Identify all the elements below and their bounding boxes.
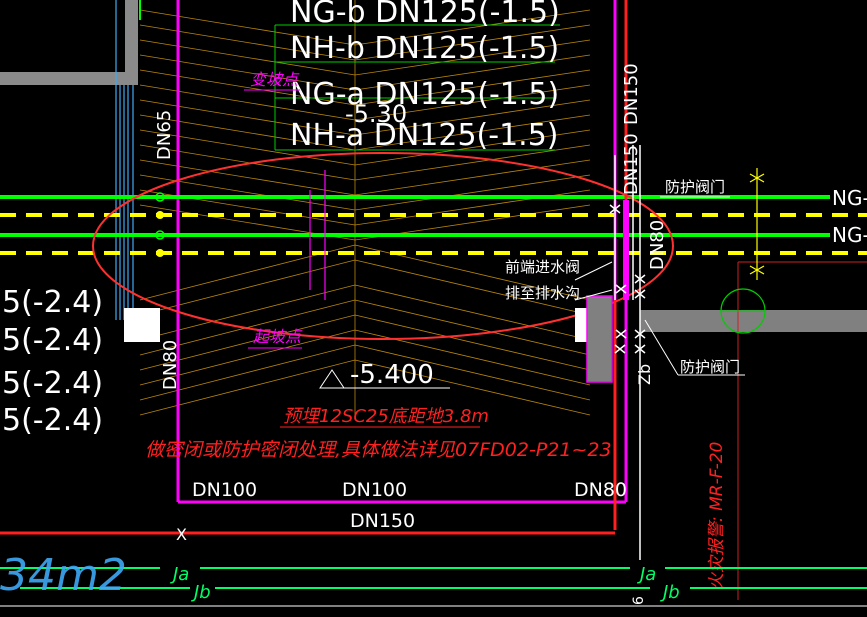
dn100-label-a: DN100	[192, 479, 257, 501]
seal-note: 做密闭或防护密闭处理,具体做法详见07FD02-P21~23	[145, 439, 612, 461]
cad-drawing-viewport[interactable]: NG-b DN125(-1.5) NH-b DN125(-1.5) NG-a D…	[0, 0, 867, 612]
dn150-mid-label: DN150	[621, 133, 642, 195]
drain-label: 排至排水沟	[505, 284, 580, 302]
dn80-bottom-label: DN80	[574, 479, 627, 501]
level-top-label: -5.30	[345, 100, 407, 128]
wall-right	[587, 296, 612, 382]
dn100-label-b: DN100	[342, 479, 407, 501]
pipe-label-ng-b: NG-b DN125(-1.5)	[290, 0, 560, 30]
ja-label-2: Ja	[637, 564, 656, 585]
dn80-left-label: DN80	[160, 340, 181, 390]
area-label: 34m2	[0, 550, 127, 601]
pipe-label-ng-a: NG-a DN125(-1.5)	[290, 77, 559, 112]
pipe-label-nh-a: NH-a DN125(-1.5)	[290, 118, 559, 153]
start-slope-label: 起坡点	[253, 327, 303, 346]
ng-right-label-1: NG-	[832, 186, 867, 210]
six-label: 6	[631, 596, 647, 605]
dn150-bottom-label: DN150	[350, 510, 415, 532]
jb-label-1: Jb	[191, 582, 211, 603]
x-mark: X	[176, 525, 187, 544]
ja-label-1: Ja	[170, 564, 189, 585]
column-left	[124, 308, 160, 342]
change-slope-label: 变坡点	[250, 70, 300, 89]
jb-label-2: Jb	[660, 582, 680, 603]
left-level-3: 5(-2.4)	[2, 366, 103, 401]
dn65-label: DN65	[154, 110, 175, 160]
valve-label-1: 防护阀门	[665, 178, 725, 196]
valve-label-2: 防护阀门	[680, 358, 740, 376]
dn80-right-label: DN80	[647, 220, 668, 270]
ng-right-label-2: NG-	[832, 223, 867, 247]
level-mid-label: -5.400	[350, 360, 434, 390]
bottom-pipes	[0, 567, 867, 589]
left-level-1: 5(-2.4)	[2, 285, 103, 320]
embed-note: 预埋12SC25底距地3.8m	[283, 406, 489, 427]
pipe-node	[156, 249, 164, 257]
cad-drawing[interactable]: NG-b DN125(-1.5) NH-b DN125(-1.5) NG-a D…	[0, 0, 867, 612]
pipe-node	[156, 211, 164, 219]
pipe-label-nh-b: NH-b DN125(-1.5)	[290, 31, 559, 66]
dn150-top-label: DN150	[621, 63, 642, 125]
wall-block	[0, 0, 138, 85]
front-valve-label: 前端进水阀	[505, 258, 580, 276]
left-level-2: 5(-2.4)	[2, 323, 103, 358]
wall-right-beam	[640, 310, 867, 332]
left-level-4: 5(-2.4)	[2, 403, 103, 438]
dimension-marker	[749, 168, 765, 280]
zb-label: Zb	[635, 364, 654, 385]
